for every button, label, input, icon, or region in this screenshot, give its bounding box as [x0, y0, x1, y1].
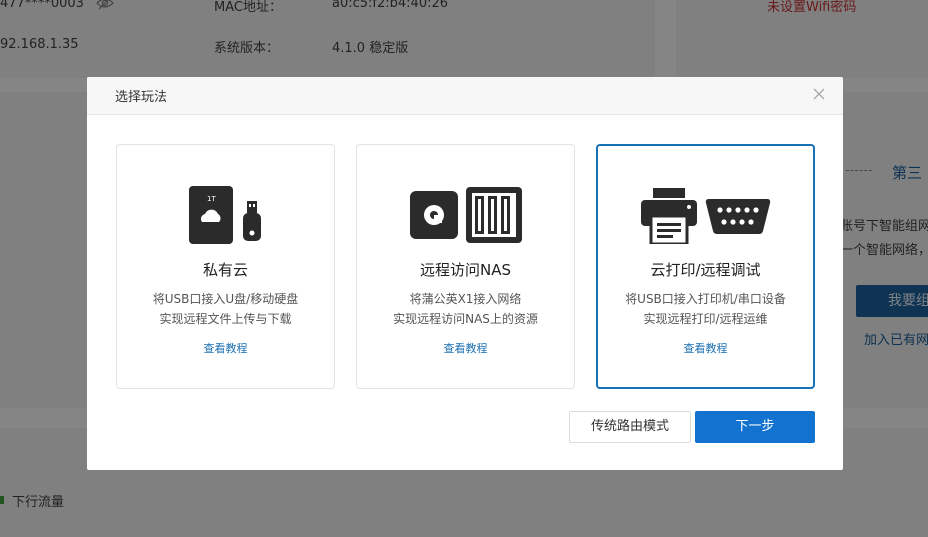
card-desc-line: 将蒲公英X1接入网络 — [409, 292, 522, 306]
card-description: 将蒲公英X1接入网络 实现远程访问NAS上的资源 — [357, 289, 574, 329]
tutorial-link[interactable]: 查看教程 — [598, 340, 813, 356]
hard-drive-icon: 1T — [188, 186, 233, 244]
dialog-header: 选择玩法 — [87, 77, 843, 115]
tutorial-link[interactable]: 查看教程 — [117, 340, 334, 356]
dialog-title: 选择玩法 — [115, 90, 168, 105]
card-private-cloud-icons: 1T — [117, 185, 334, 245]
tutorial-link[interactable]: 查看教程 — [357, 340, 574, 356]
drive-badge: 1T — [207, 195, 216, 203]
legacy-router-mode-button[interactable]: 传统路由模式 — [569, 411, 691, 443]
card-title: 私有云 — [202, 261, 248, 279]
nas-icon — [465, 187, 522, 243]
usb-stick-icon — [242, 201, 261, 241]
next-step-button[interactable]: 下一步 — [695, 411, 815, 443]
card-remote-nas[interactable]: 远程访问NAS 将蒲公英X1接入网络 实现远程访问NAS上的资源 查看教程 — [356, 144, 575, 389]
card-desc-line: 实现远程访问NAS上的资源 — [393, 312, 538, 326]
card-remote-nas-icons — [357, 185, 574, 245]
printer-icon — [640, 188, 697, 244]
serial-port-icon — [705, 199, 770, 234]
card-title: 云打印/远程调试 — [650, 261, 761, 279]
card-description: 将USB口接入打印机/串口设备 实现远程打印/远程运维 — [598, 289, 813, 329]
card-description: 将USB口接入U盘/移动硬盘 实现远程文件上传与下载 — [117, 289, 334, 329]
card-desc-line: 将USB口接入U盘/移动硬盘 — [152, 292, 299, 306]
card-cloud-print[interactable]: 云打印/远程调试 将USB口接入打印机/串口设备 实现远程打印/远程运维 查看教… — [596, 144, 815, 389]
card-title: 远程访问NAS — [419, 261, 511, 279]
card-cloud-print-icons — [598, 186, 813, 246]
card-desc-line: 实现远程文件上传与下载 — [159, 312, 292, 326]
card-private-cloud[interactable]: 1T 私有云 将USB口接入U盘/移动硬盘 实现远程文件上传与下载 查看教程 — [116, 144, 335, 389]
close-icon[interactable] — [811, 86, 827, 102]
card-desc-line: 实现远程打印/远程运维 — [643, 312, 768, 326]
card-desc-line: 将USB口接入打印机/串口设备 — [625, 292, 786, 306]
router-icon — [409, 191, 458, 239]
select-mode-dialog: 选择玩法 1T 私有云 将USB口接入U盘/移动硬盘 实现远程文件上传与下载 查… — [87, 77, 843, 470]
